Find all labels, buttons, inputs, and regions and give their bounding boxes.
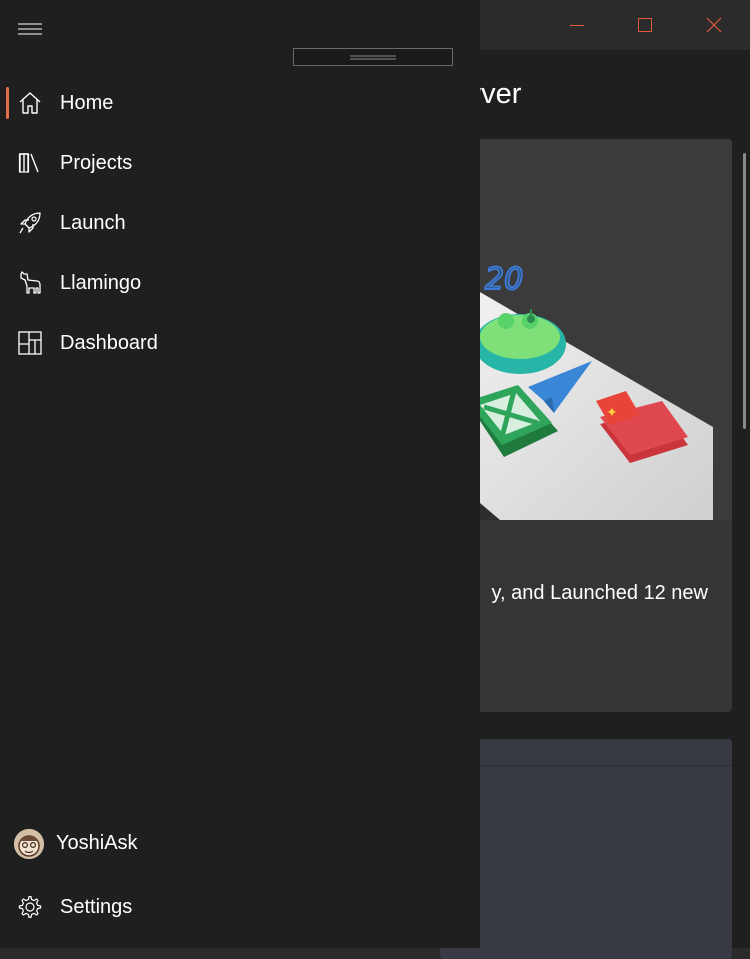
content-scrollbar[interactable] xyxy=(743,153,746,429)
navigation-pane: Home Projects Launch Llamingo Dashboard xyxy=(0,0,480,948)
grip-icon xyxy=(350,55,396,59)
close-button[interactable] xyxy=(691,0,737,50)
avatar[interactable] xyxy=(14,829,44,859)
nav-label-llamingo: Llamingo xyxy=(60,271,142,294)
maximize-button[interactable] xyxy=(622,0,668,50)
minimize-button[interactable] xyxy=(554,0,600,50)
nav-item-dashboard[interactable]: Dashboard xyxy=(0,315,480,371)
nav-item-projects[interactable]: Projects xyxy=(0,135,480,191)
image-text-20: 20 xyxy=(485,262,523,297)
news-card[interactable]: 20 ✦ y, and Launched 12 new xyxy=(440,139,732,712)
selection-indicator xyxy=(6,87,9,119)
rocket-icon xyxy=(16,209,44,237)
card-divider xyxy=(440,765,732,766)
gear-icon xyxy=(16,893,44,921)
nav-label-dashboard: Dashboard xyxy=(60,331,158,354)
llama-icon xyxy=(16,269,44,297)
dashboard-icon xyxy=(16,329,44,357)
nav-label-home: Home xyxy=(60,91,114,114)
news-card-secondary[interactable] xyxy=(440,739,732,959)
svg-text:✦: ✦ xyxy=(606,405,618,421)
hamburger-icon xyxy=(18,23,42,35)
nav-item-launch[interactable]: Launch xyxy=(0,195,480,251)
nav-item-home[interactable]: Home xyxy=(0,75,480,131)
pane-resize-grip[interactable] xyxy=(293,48,453,66)
home-icon xyxy=(16,89,44,117)
user-name[interactable]: YoshiAsk xyxy=(56,832,138,855)
product-icons-illustration: 20 ✦ xyxy=(440,139,732,520)
maximize-icon xyxy=(638,18,652,32)
close-icon xyxy=(706,17,722,33)
news-card-image: 20 ✦ xyxy=(440,139,732,520)
minimize-icon xyxy=(570,25,584,26)
hamburger-button[interactable] xyxy=(12,14,48,44)
nav-item-settings[interactable]: Settings xyxy=(0,879,480,935)
nav-label-projects: Projects xyxy=(60,151,133,174)
library-icon xyxy=(16,149,44,177)
nav-label-launch: Launch xyxy=(60,211,126,234)
nav-item-llamingo[interactable]: Llamingo xyxy=(0,255,480,311)
nav-label-settings: Settings xyxy=(60,895,133,918)
